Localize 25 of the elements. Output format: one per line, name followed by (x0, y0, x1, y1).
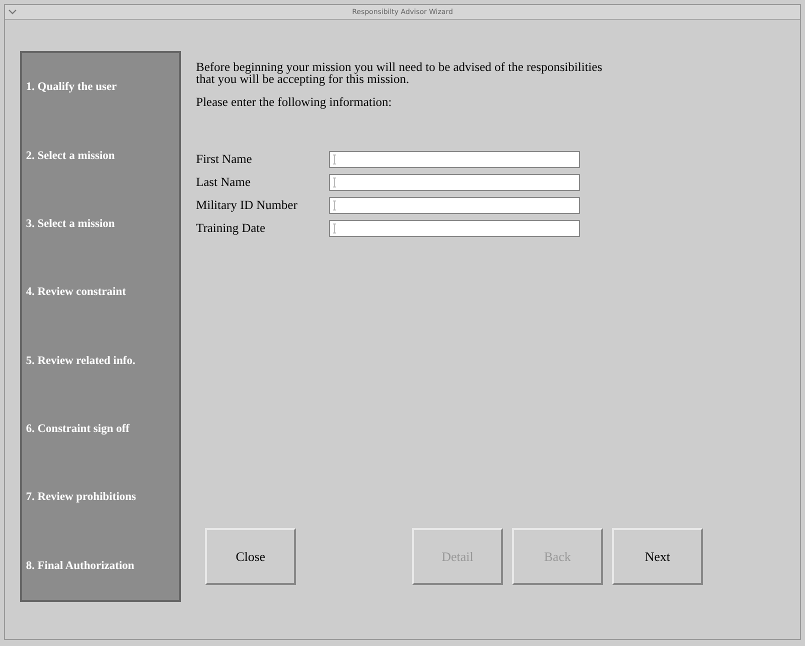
wizard-step: 5. Review related info. (26, 354, 179, 367)
input-field[interactable] (329, 174, 580, 190)
input-field[interactable] (329, 150, 580, 168)
wizard-button[interactable]: Close (205, 528, 296, 585)
text-cursor-icon (332, 200, 337, 210)
text-cursor-icon (332, 222, 337, 234)
wizard-button[interactable]: Next (612, 528, 703, 585)
field-label: First Name (196, 152, 253, 166)
wizard-step: 1. Qualify the user (26, 81, 179, 94)
intro-text: Before beginning your mission you will need to be advised of the responsibilities that you will be accepting for this mission. (196, 61, 604, 85)
window-menu-icon[interactable] (8, 7, 17, 16)
wizard-step: 2. Select a mission (26, 150, 179, 162)
wizard-step: 7. Review prohibitions (26, 491, 179, 504)
wizard-step: 6. Constraint sign off (26, 423, 179, 436)
field-label: Training Date (196, 220, 266, 236)
input-field[interactable] (329, 196, 580, 214)
field-label: Last Name (196, 174, 252, 190)
wizard-step: 3. Select a mission (26, 218, 179, 230)
wizard-step: 8. Final Authorization (26, 560, 179, 572)
text-cursor-icon (332, 176, 337, 188)
prompt-text: Please enter the following information: (196, 95, 393, 110)
wizard-step: 4. Review constraint (26, 286, 179, 298)
field-label: Military ID Number (196, 198, 298, 212)
text-cursor-icon (332, 154, 337, 164)
input-field[interactable] (329, 220, 580, 236)
